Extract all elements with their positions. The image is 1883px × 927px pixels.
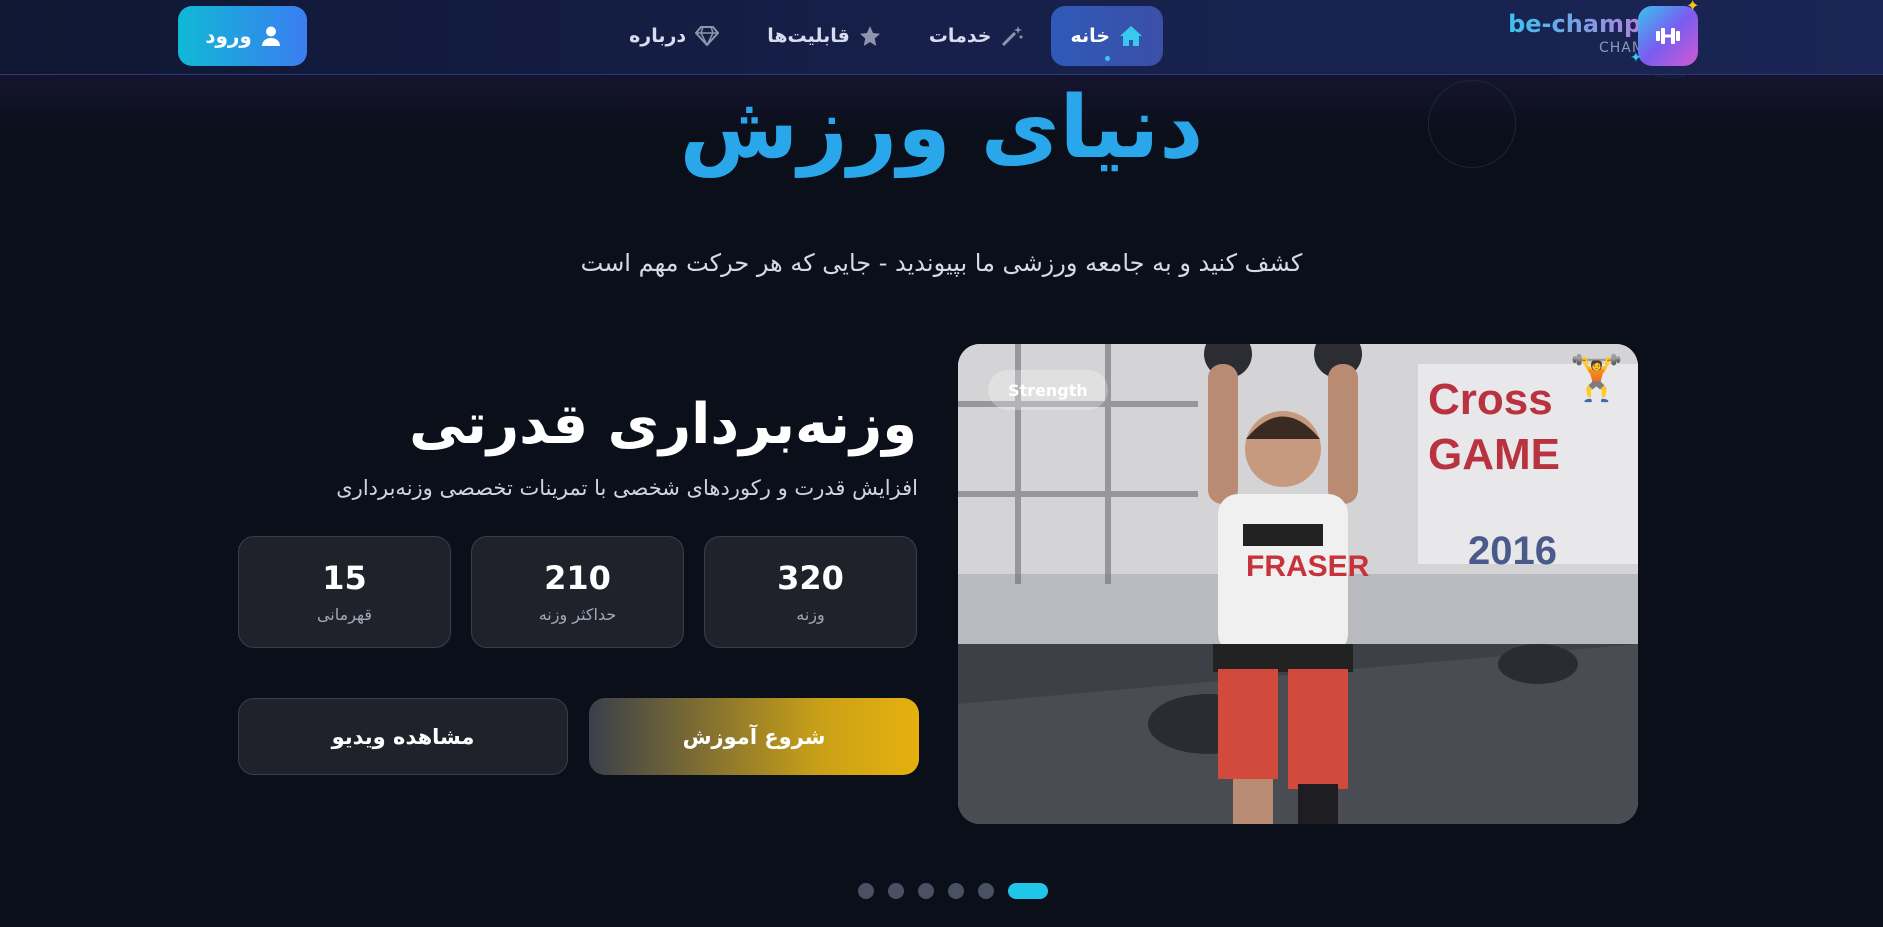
dumbbell-logo-icon[interactable] <box>1638 6 1698 66</box>
carousel-dot[interactable] <box>918 883 934 899</box>
login-label: ورود <box>205 24 252 48</box>
main-nav: خانه خدمات قابلیت‌ها درباره <box>609 6 1163 66</box>
stat-card: 320 وزنه <box>704 536 917 648</box>
diamond-icon <box>695 26 720 46</box>
hero-subtitle: کشف کنید و به جامعه ورزشی ما بپیوندید - … <box>580 249 1303 277</box>
nav-label: خانه <box>1070 25 1110 47</box>
start-training-button[interactable]: شروع آموزش <box>589 698 919 775</box>
stat-label: وزنه <box>796 605 825 624</box>
svg-text:GAME: GAME <box>1428 430 1560 479</box>
login-button[interactable]: ورود <box>178 6 307 66</box>
hero-title: دنیای ورزش <box>679 78 1204 178</box>
carousel-dot-active[interactable] <box>1008 883 1048 899</box>
sparkle-icon: ✦ <box>1686 0 1700 15</box>
nav-item-home[interactable]: خانه <box>1050 6 1163 66</box>
nav-label: قابلیت‌ها <box>767 25 850 47</box>
magic-wand-icon <box>1001 25 1023 47</box>
carousel-dots <box>858 883 1048 899</box>
sparkle-icon: ✦ <box>1630 50 1642 66</box>
carousel-dot[interactable] <box>948 883 964 899</box>
carousel-dot[interactable] <box>858 883 874 899</box>
stat-value: 320 <box>777 559 844 597</box>
carousel-dot[interactable] <box>978 883 994 899</box>
stat-label: حداکثر وزنه <box>538 605 617 624</box>
category-tag: Strength <box>988 370 1108 410</box>
stat-card: 210 حداکثر وزنه <box>471 536 684 648</box>
svg-text:Cross: Cross <box>1428 375 1553 424</box>
home-icon <box>1119 25 1143 47</box>
nav-label: خدمات <box>928 25 992 47</box>
stat-value: 15 <box>322 559 367 597</box>
carousel-dot[interactable] <box>888 883 904 899</box>
watch-video-button[interactable]: مشاهده ویدیو <box>238 698 568 775</box>
star-icon <box>859 25 881 47</box>
svg-text:FRASER: FRASER <box>1246 550 1370 583</box>
svg-text:2016: 2016 <box>1468 529 1557 573</box>
stat-card: 15 قهرمانی <box>238 536 451 648</box>
nav-item-features[interactable]: قابلیت‌ها <box>747 6 901 66</box>
stat-value: 210 <box>544 559 611 597</box>
stat-label: قهرمانی <box>316 605 373 624</box>
nav-item-about[interactable]: درباره <box>609 6 739 66</box>
card-title: وزنه‌برداری قدرتی <box>409 392 917 457</box>
card-description: افزایش قدرت و رکوردهای شخصی با تمرینات ت… <box>336 476 918 500</box>
athlete-photo: Cross GAME 2016 FRASER Strength 🏋️ <box>958 344 1638 824</box>
nav-label: درباره <box>629 25 687 47</box>
nav-item-services[interactable]: خدمات <box>909 6 1043 66</box>
user-icon <box>261 26 280 46</box>
weightlifter-icon: 🏋️ <box>1569 353 1624 404</box>
